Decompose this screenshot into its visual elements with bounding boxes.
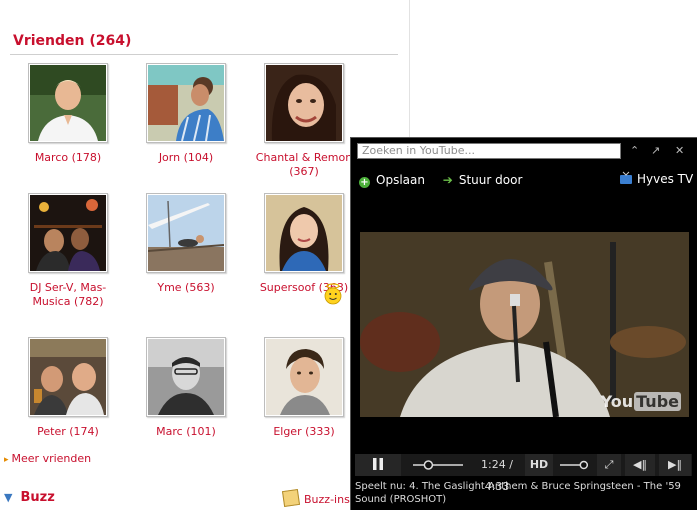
volume-slider[interactable] (557, 454, 593, 476)
friend-photo[interactable] (264, 63, 344, 143)
buzz-settings-label: Buzz-inst (304, 493, 355, 506)
friend-card[interactable]: Marco (178) (13, 63, 123, 165)
section-divider (10, 54, 398, 55)
next-icon: ▶‖ (668, 458, 682, 471)
more-friends-link[interactable]: ▸ Meer vrienden (4, 452, 91, 465)
friend-photo[interactable] (146, 193, 226, 273)
tv-icon (620, 171, 632, 184)
previous-button[interactable]: ◀‖ (625, 454, 655, 476)
friend-name[interactable]: Chantal & Remon (367) (249, 151, 359, 179)
friend-card[interactable]: Peter (174) (13, 337, 123, 439)
youtube-search-input[interactable]: Zoeken in YouTube... (357, 143, 621, 159)
player-toolbar: + Opslaan ➔ Stuur door (359, 173, 522, 188)
youtube-watermark: You Tube (601, 392, 681, 411)
friend-photo[interactable] (28, 193, 108, 273)
friend-photo[interactable] (28, 337, 108, 417)
now-playing-text: Speelt nu: 4. The Gaslight Anthem & Bruc… (355, 481, 681, 505)
friend-card[interactable]: Chantal & Remon (367) (249, 63, 359, 179)
pause-button[interactable] (355, 454, 401, 476)
youtube-player: Zoeken in YouTube... ⌃ ↗ ✕ + Opslaan ➔ Stu… (350, 137, 697, 510)
fullscreen-icon: ⤢ (604, 458, 614, 471)
friend-card[interactable]: DJ Ser-V, Mas-Musica (782) (13, 193, 123, 309)
next-button[interactable]: ▶‖ (659, 454, 691, 476)
hyves-tv-link[interactable]: Hyves TV (619, 171, 693, 186)
close-icon[interactable]: ✕ (675, 144, 684, 157)
save-button[interactable]: + Opslaan (359, 173, 425, 188)
note-edit-icon (281, 488, 301, 508)
halo-smiley-icon (324, 283, 342, 305)
hyves-tv-label: Hyves TV (637, 172, 694, 186)
seek-bar[interactable]: 1:24 / 4:33 (405, 454, 525, 493)
more-friends-label: Meer vrienden (11, 452, 92, 465)
buzz-section-header[interactable]: ▼ Buzz (4, 490, 55, 505)
buzz-settings-link[interactable]: Buzz-inst (281, 488, 355, 508)
buzz-title: Buzz (20, 490, 55, 505)
friend-name[interactable]: Yme (563) (131, 281, 241, 295)
friend-card[interactable]: Marc (101) (131, 337, 241, 439)
video-thumbnail (360, 232, 689, 417)
collapse-triangle-icon[interactable]: ▼ (4, 491, 12, 504)
arrow-forward-icon: ➔ (442, 173, 453, 187)
friend-name[interactable]: Elger (333) (249, 425, 359, 439)
friend-name[interactable]: DJ Ser-V, Mas-Musica (782) (13, 281, 123, 309)
friend-photo[interactable] (146, 63, 226, 143)
volume-bar[interactable] (558, 454, 592, 476)
friend-photo[interactable] (264, 337, 344, 417)
friend-card[interactable]: Yme (563) (131, 193, 241, 295)
friend-name[interactable]: Marc (101) (131, 425, 241, 439)
forward-label: Stuur door (458, 173, 523, 187)
friend-name[interactable]: Supersoof (363) (249, 281, 359, 295)
previous-icon: ◀‖ (633, 458, 647, 471)
popout-icon[interactable]: ↗ (651, 144, 660, 157)
friend-card[interactable]: Jorn (104) (131, 63, 241, 165)
seek-slider[interactable] (411, 454, 465, 476)
collapse-icon[interactable]: ⌃ (630, 144, 639, 157)
friend-card[interactable]: Elger (333) (249, 337, 359, 439)
left-column: Vrienden (264) Marco (178) Jorn (104) Ch… (0, 0, 410, 510)
friend-photo[interactable] (264, 193, 344, 273)
friend-name[interactable]: Marco (178) (13, 151, 123, 165)
youtube-watermark-tube: Tube (634, 392, 681, 411)
forward-button[interactable]: ➔ Stuur door (429, 173, 523, 187)
video-frame[interactable]: You Tube (360, 232, 689, 417)
friend-photo[interactable] (28, 63, 108, 143)
friend-card[interactable]: Supersoof (363) (249, 193, 359, 295)
add-icon: + (359, 177, 370, 188)
friend-name[interactable]: Peter (174) (13, 425, 123, 439)
arrow-right-icon: ▸ (4, 455, 9, 465)
save-label: Opslaan (376, 173, 425, 187)
friends-section-title[interactable]: Vrienden (264) (13, 33, 131, 49)
player-controls: 1:24 / 4:33 HD ⤢ ◀‖ ▶‖ (355, 454, 692, 493)
fullscreen-button[interactable]: ⤢ (597, 454, 621, 476)
friend-photo[interactable] (146, 337, 226, 417)
hd-button[interactable]: HD (525, 454, 553, 476)
friend-name[interactable]: Jorn (104) (131, 151, 241, 165)
youtube-watermark-you: You (600, 392, 634, 411)
pause-icon (373, 458, 383, 470)
